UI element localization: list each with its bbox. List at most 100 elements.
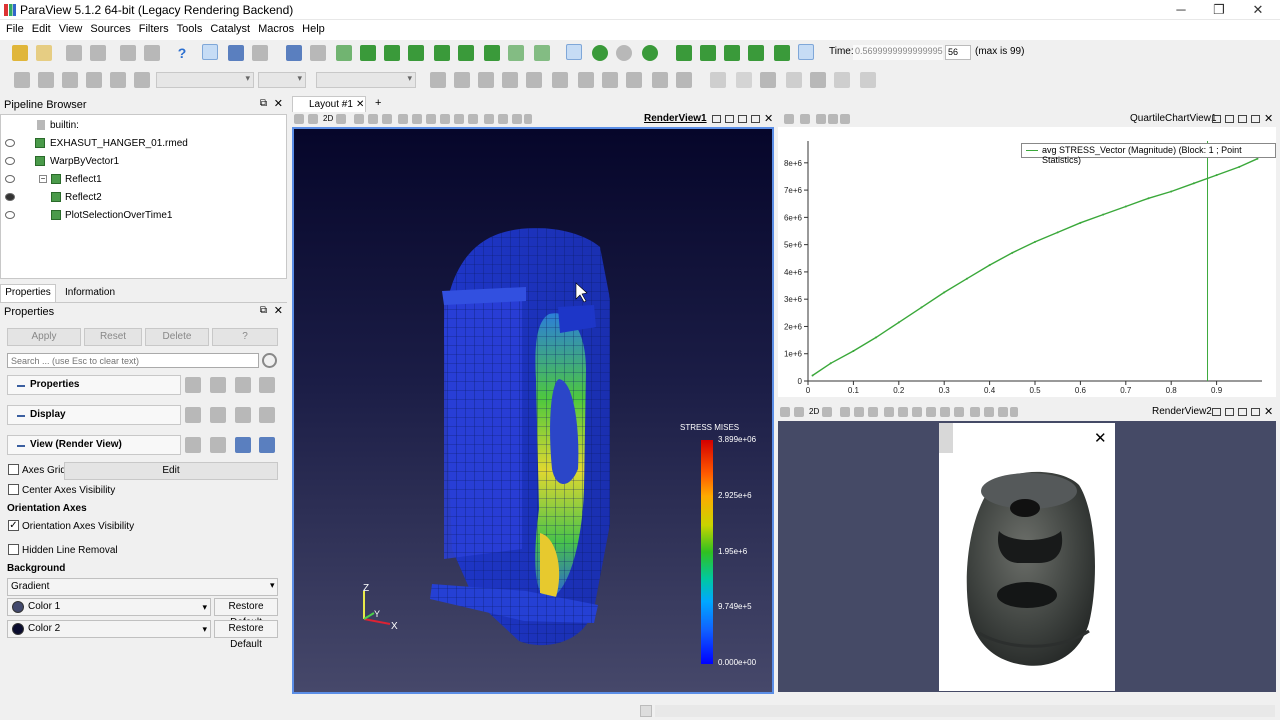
help-button[interactable]: ? [212, 328, 278, 346]
interactive-select-icon[interactable] [912, 407, 922, 417]
loop-icon[interactable] [798, 44, 814, 60]
pipeline-item[interactable]: PlotSelectionOverTime1 [1, 207, 288, 225]
threshold-icon[interactable] [526, 72, 542, 88]
color2-button[interactable]: Color 2 ▾ [7, 620, 211, 638]
zoom-to-data-icon[interactable] [310, 45, 326, 61]
split-vertical-icon[interactable] [1225, 408, 1234, 416]
tab-layout-1[interactable]: Layout #1 ✕ [292, 96, 366, 112]
pipeline-item[interactable]: Reflect2 [1, 189, 288, 207]
orientation-axes-checkbox[interactable]: ✓ [8, 520, 19, 531]
select-frustum-icon[interactable] [382, 114, 392, 124]
extract-subset-icon[interactable] [552, 72, 568, 88]
set-view-minus-z-icon[interactable] [484, 45, 500, 61]
hover-points-icon[interactable] [440, 114, 450, 124]
restore-view-icon[interactable] [1251, 408, 1260, 416]
camera-undo-icon[interactable] [800, 114, 810, 124]
save-defaults-icon[interactable] [259, 377, 275, 393]
select-cells-through-icon[interactable] [760, 72, 776, 88]
render-view2[interactable]: ✕ [778, 421, 1276, 692]
pipeline-item[interactable]: − Reflect1 [1, 171, 288, 189]
copy-icon[interactable] [185, 377, 201, 393]
close-view-icon[interactable]: ✕ [1264, 405, 1273, 418]
contour-icon[interactable] [454, 72, 470, 88]
search-input[interactable] [7, 353, 259, 368]
menu-sources[interactable]: Sources [86, 20, 134, 35]
zoom-icon[interactable] [828, 114, 838, 124]
edit-color-map-icon[interactable] [38, 72, 54, 88]
save-defaults-icon[interactable] [259, 407, 275, 423]
section-display[interactable]: Display [7, 405, 181, 425]
glyph-icon[interactable] [578, 72, 594, 88]
find-data-icon[interactable] [252, 45, 268, 61]
eye-icon[interactable] [5, 175, 15, 183]
time-value-field[interactable]: 0.5699999999999995 [853, 45, 943, 60]
stream-tracer-icon[interactable] [602, 72, 618, 88]
select-frustum-icon[interactable] [868, 407, 878, 417]
select-polygon-icon[interactable] [884, 407, 894, 417]
copy-icon[interactable] [185, 407, 201, 423]
first-frame-icon[interactable] [676, 45, 692, 61]
close-button[interactable]: ✕ [1243, 2, 1273, 18]
select-block-icon[interactable] [898, 407, 908, 417]
capture-image-icon[interactable] [780, 407, 790, 417]
interaction-mode-icon[interactable] [336, 45, 352, 61]
reload-defaults-icon[interactable] [235, 377, 251, 393]
close-tab-icon[interactable]: ✕ [356, 99, 364, 110]
rescale-custom-icon[interactable] [86, 72, 102, 88]
hover-points-icon[interactable] [926, 407, 936, 417]
save-state-icon[interactable] [36, 45, 52, 61]
reload-defaults-icon[interactable] [235, 407, 251, 423]
camera-undo-icon[interactable] [794, 407, 804, 417]
add-layout-button[interactable]: + [375, 97, 381, 109]
set-view-plus-y-icon[interactable] [408, 45, 424, 61]
select-points-icon[interactable] [854, 407, 864, 417]
split-horizontal-icon[interactable] [1212, 408, 1221, 416]
reload-icon[interactable] [616, 45, 632, 61]
maximize-view-icon[interactable] [1238, 115, 1247, 123]
eye-icon[interactable] [5, 211, 15, 219]
restore-view-icon[interactable] [751, 115, 760, 123]
split-horizontal-icon[interactable] [1212, 115, 1221, 123]
close-view-icon[interactable]: ✕ [1264, 112, 1273, 125]
reset-camera-icon[interactable] [286, 45, 302, 61]
select-block-icon[interactable] [412, 114, 422, 124]
camera-undo-icon[interactable] [308, 114, 318, 124]
pipeline-item[interactable]: builtin: [1, 117, 288, 135]
select-points-on-icon[interactable] [736, 72, 752, 88]
menu-catalyst[interactable]: Catalyst [206, 20, 254, 35]
axes-toggle-icon[interactable] [822, 407, 832, 417]
coloring-dropdown[interactable] [156, 72, 254, 88]
shrink-selection-icon[interactable] [468, 114, 478, 124]
eye-icon[interactable] [5, 139, 15, 147]
trash-icon[interactable] [1010, 407, 1018, 417]
tab-properties[interactable]: Properties [0, 284, 56, 302]
menu-help[interactable]: Help [298, 20, 329, 35]
set-view-minus-x-icon[interactable] [384, 45, 400, 61]
shrink-selection-icon[interactable] [954, 407, 964, 417]
float-panel-icon[interactable]: ⧉ [260, 305, 267, 316]
restore-default-button[interactable]: Restore Default [214, 598, 278, 628]
select-cells-icon[interactable] [354, 114, 364, 124]
paste-icon[interactable] [210, 407, 226, 423]
select-points-through-icon[interactable] [786, 72, 802, 88]
color1-button[interactable]: Color 1 ▾ [7, 598, 211, 616]
memory-inspector-icon[interactable] [640, 705, 652, 717]
clear-selection-icon[interactable] [512, 114, 522, 124]
minimize-button[interactable]: ─ [1166, 2, 1196, 18]
extract-level-icon[interactable] [676, 72, 692, 88]
rotate-minus-90-icon[interactable] [534, 45, 550, 61]
select-block-icon[interactable] [810, 72, 826, 88]
collapse-icon[interactable]: − [39, 175, 47, 183]
python-shell-icon[interactable] [228, 45, 244, 61]
rescale-range-icon[interactable] [62, 72, 78, 88]
hidden-line-checkbox[interactable] [8, 544, 19, 555]
undo-icon[interactable] [120, 45, 136, 61]
menu-view[interactable]: View [55, 20, 87, 35]
rerun-icon[interactable] [642, 45, 658, 61]
help-icon[interactable]: ? [174, 45, 190, 61]
apply-button[interactable]: Apply [7, 328, 81, 346]
group-datasets-icon[interactable] [652, 72, 668, 88]
menu-filters[interactable]: Filters [135, 20, 173, 35]
menu-edit[interactable]: Edit [28, 20, 55, 35]
restore-view-icon[interactable] [1251, 115, 1260, 123]
